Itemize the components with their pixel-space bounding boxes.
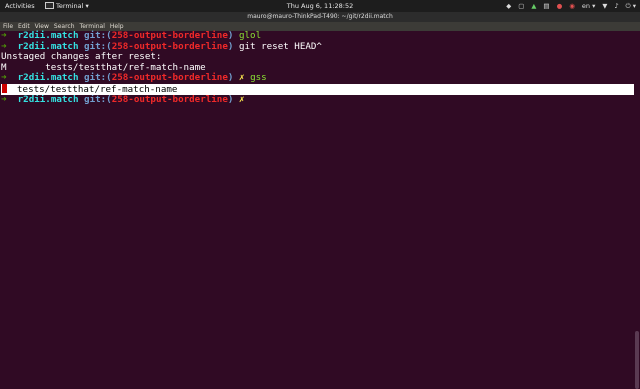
dirty-mark-icon: ✗: [238, 72, 245, 84]
prompt-git-label: git:(: [84, 40, 112, 52]
volume-icon[interactable]: ♪: [614, 0, 618, 12]
prompt-arrow-icon: ➜: [1, 93, 7, 105]
clipboard-icon[interactable]: ▤: [543, 0, 549, 12]
prompt-branch: 258-output-borderline: [111, 40, 228, 52]
language-indicator[interactable]: en ▾: [582, 0, 595, 12]
prompt-git-label: git:(: [84, 93, 112, 105]
prompt-dir: r2dii.match: [17, 72, 79, 84]
prompt-arrow-icon: ➜: [1, 40, 7, 52]
command-text: glol: [238, 30, 262, 41]
selected-file-path: tests/testthat/ref-match-name: [17, 83, 178, 95]
prompt-branch: 258-output-borderline: [111, 72, 228, 84]
prompt-git-close: ): [227, 72, 234, 84]
power-menu[interactable]: ⏻ ▾: [626, 0, 636, 12]
prompt-git-label: git:(: [84, 72, 112, 84]
dirty-mark-icon: ✗: [238, 93, 245, 105]
command-text: gss: [250, 72, 267, 84]
prompt-git-label: git:(: [84, 30, 112, 41]
display-icon[interactable]: ▢: [518, 0, 524, 12]
selection-marker-icon: [2, 83, 7, 93]
prompt-git-close: ): [227, 30, 234, 41]
prompt-git-close: ): [227, 93, 234, 105]
system-tray[interactable]: ◆ ▢ ▲ ▤ ● ◉ en ▾ ▼ ♪ ⏻ ▾: [506, 0, 636, 12]
record-icon[interactable]: ●: [557, 0, 563, 12]
command-text: git reset HEAD^: [238, 40, 322, 52]
dropbox-icon[interactable]: ◆: [506, 0, 511, 12]
prompt-git-close: ): [227, 40, 234, 52]
gnome-top-bar: Activities Terminal ▾ Thu Aug 6, 11:28:5…: [0, 0, 640, 12]
vpn-shield-icon[interactable]: ▲: [531, 0, 536, 12]
fzf-selected-item[interactable]: tests/testthat/ref-match-name: [1, 83, 635, 95]
prompt-arrow-icon: ➜: [1, 30, 7, 41]
terminal-scrollbar[interactable]: [634, 31, 640, 389]
prompt-dir: r2dii.match: [17, 30, 79, 41]
terminal-line: ➜ r2dii.match git:(258-output-borderline…: [1, 93, 634, 106]
prompt-dir: r2dii.match: [17, 93, 79, 105]
recorder-icon[interactable]: ◉: [569, 0, 575, 12]
prompt-arrow-icon: ➜: [1, 72, 7, 84]
scrollbar-thumb[interactable]: [635, 331, 639, 389]
prompt-branch: 258-output-borderline: [111, 30, 228, 41]
terminal-output[interactable]: ➜ r2dii.match git:(258-output-borderline…: [0, 30, 635, 360]
prompt-dir: r2dii.match: [17, 40, 79, 52]
window-title: mauro@mauro-ThinkPad-T490: ~/git/r2dii.m…: [0, 12, 640, 22]
wifi-icon[interactable]: ▼: [602, 0, 607, 12]
prompt-branch: 258-output-borderline: [111, 93, 228, 105]
terminal-line: ➜ r2dii.match git:(258-output-borderline…: [1, 73, 634, 84]
